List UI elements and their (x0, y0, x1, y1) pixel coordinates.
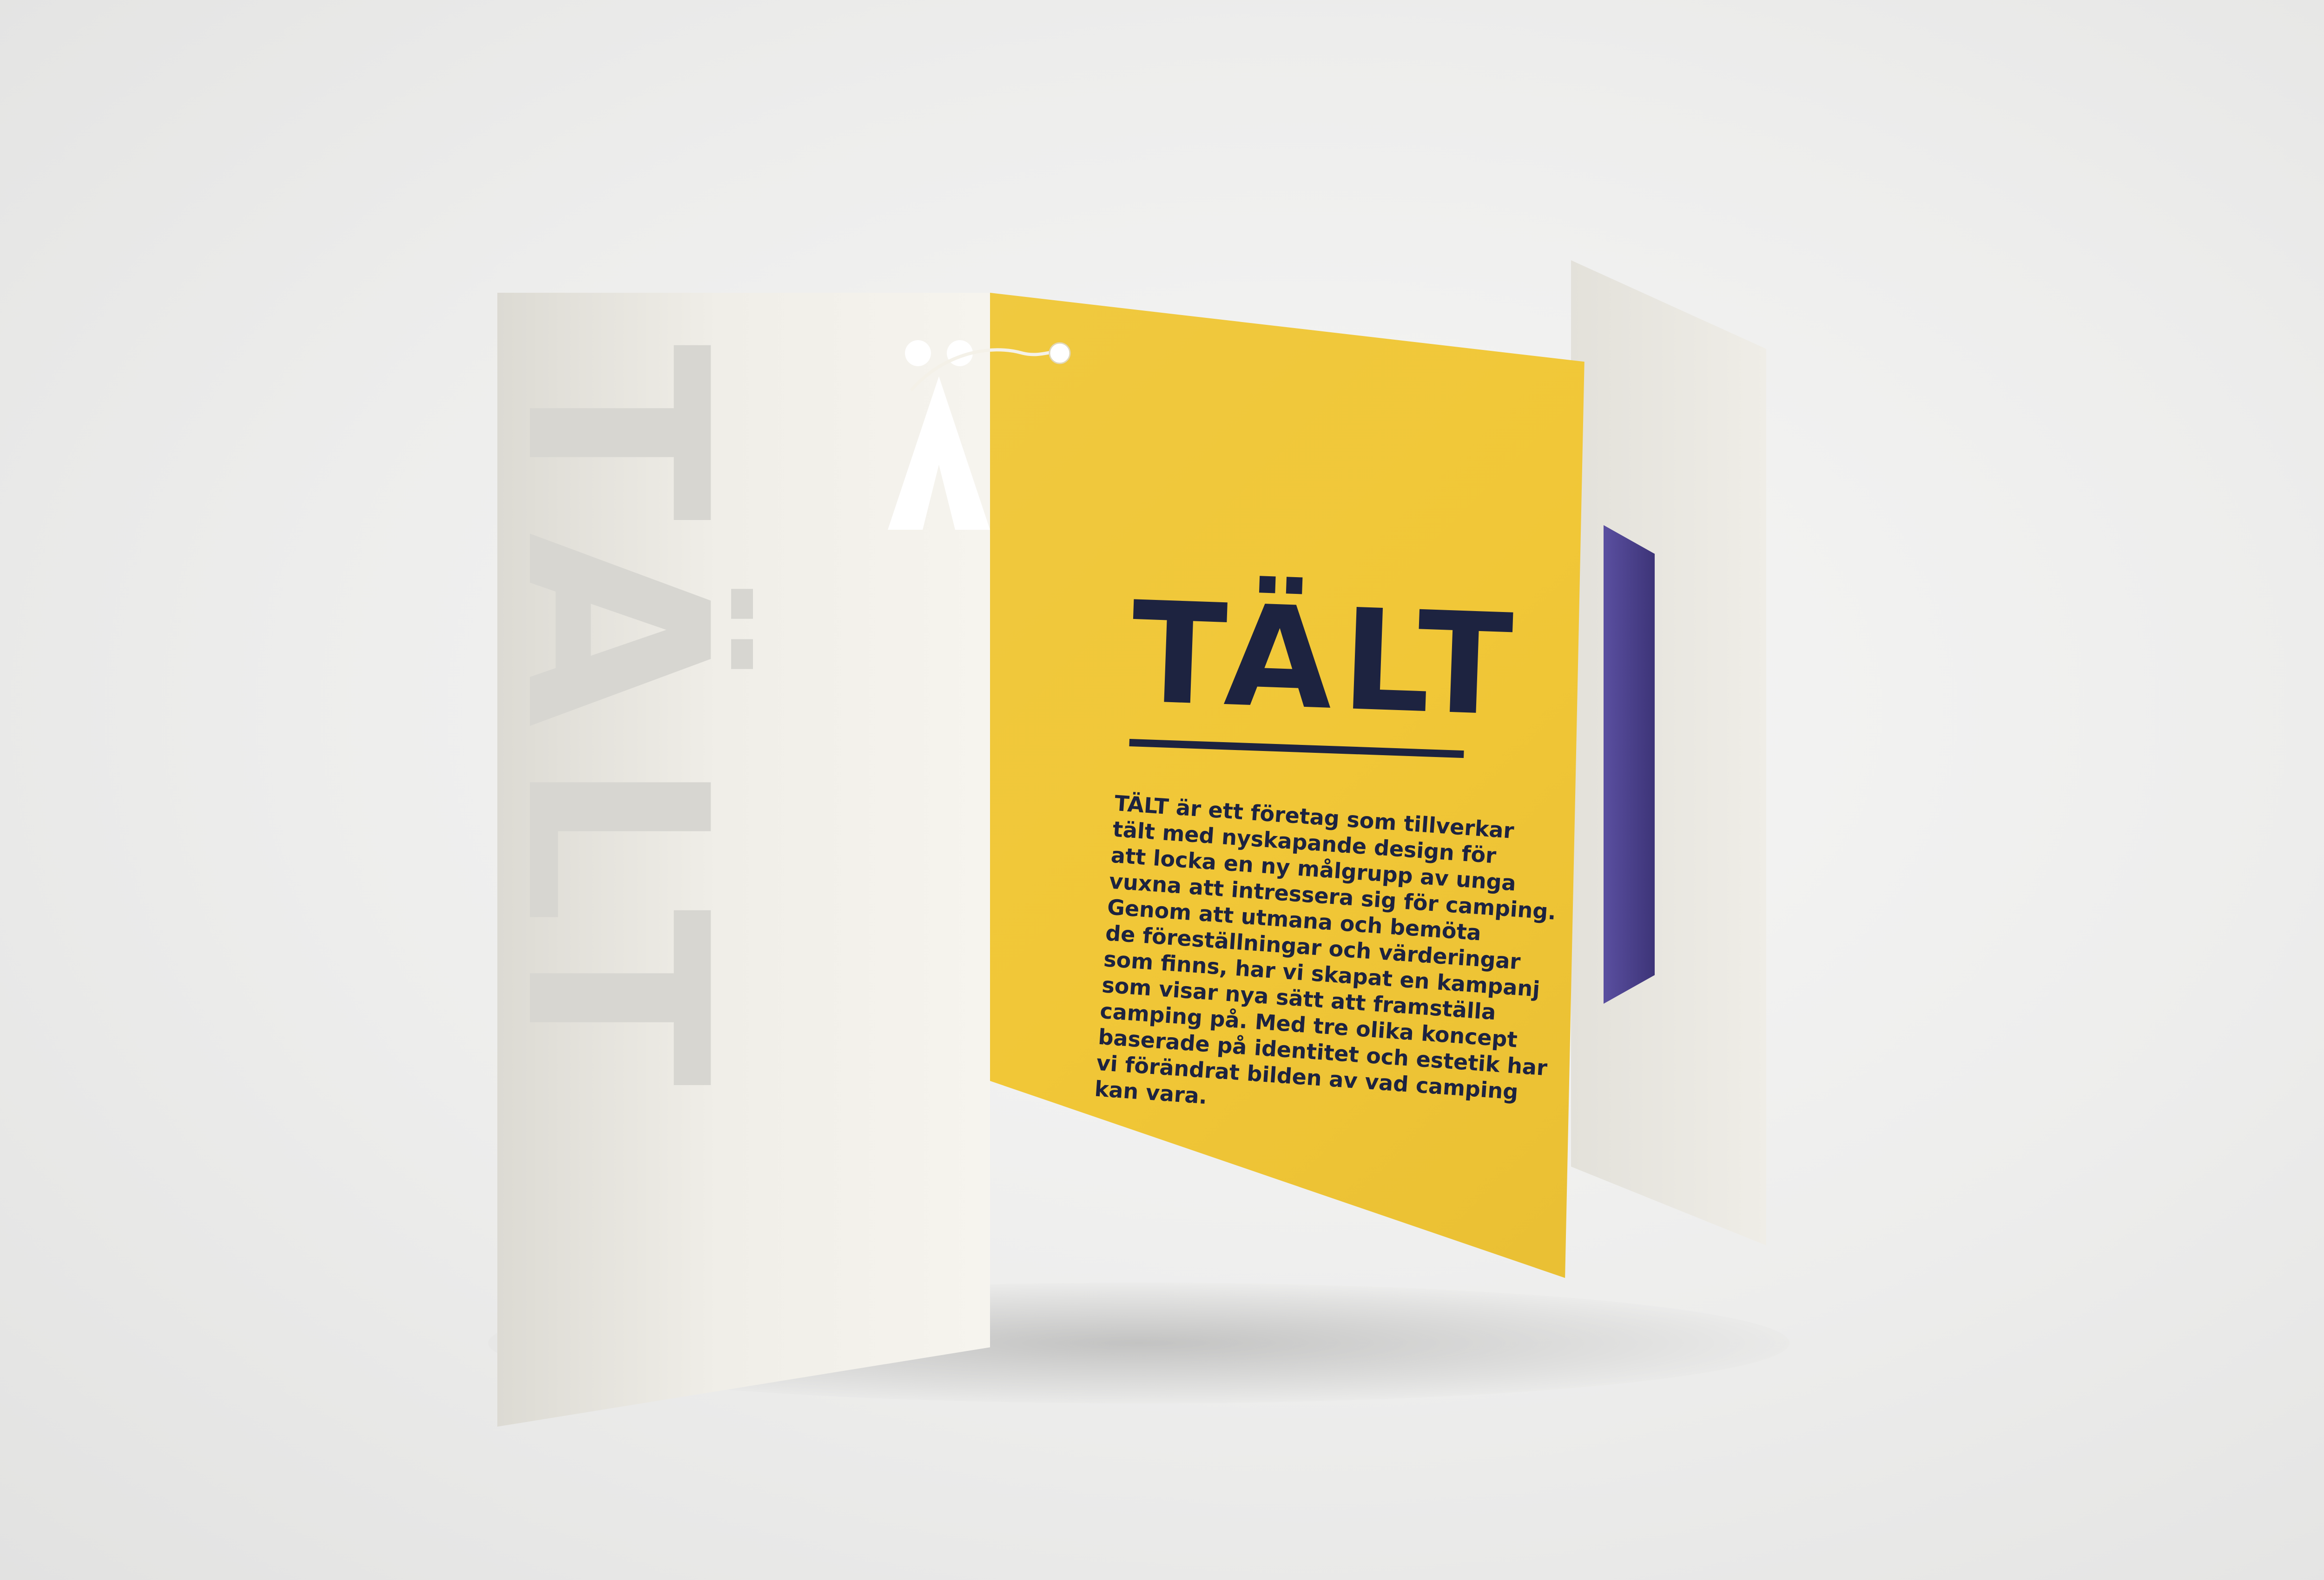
cover-watermark: TÄLT (530, 325, 753, 1329)
card-title: TÄLT (1128, 572, 1525, 748)
photo-scene: TÄLT TÄLT TÄLT är ett företag som tillve… (0, 0, 2324, 1580)
yellow-info-card (990, 293, 1585, 1278)
purple-insert (1604, 525, 1655, 1004)
back-page (1571, 260, 1766, 1245)
card-body-text: TÄLT är ett företag som tillverkar tält … (1094, 790, 1557, 1128)
watermark-text: TÄLT (530, 344, 753, 1115)
hanging-string (910, 342, 1071, 392)
